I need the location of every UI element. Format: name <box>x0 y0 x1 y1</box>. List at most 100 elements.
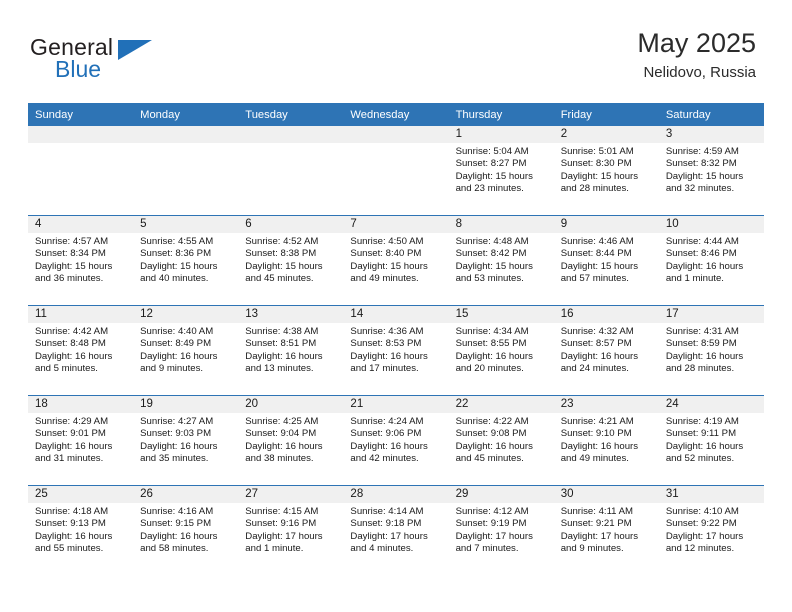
calendar-cell: 30 Sunrise: 4:11 AM Sunset: 9:21 PM Dayligh… <box>553 486 659 576</box>
day-cell-1[interactable]: 1 Sunrise: 5:04 AM Sunset: 8:27 PM Daylight… <box>448 126 554 215</box>
day-detail-line: Sunrise: 4:57 AM <box>35 236 109 247</box>
day-detail-line: Daylight: 15 hours <box>35 260 113 272</box>
day-details <box>28 143 133 146</box>
day-detail-line: Sunrise: 4:19 AM <box>665 416 739 427</box>
day-detail-line: and 12 minutes. <box>665 543 735 555</box>
calendar-week-row: 18 Sunrise: 4:29 AM Sunset: 9:01 PM Dayligh… <box>28 395 764 486</box>
day-cell-29[interactable]: 29 Sunrise: 4:12 AM Sunset: 9:19 PM Dayligh… <box>448 486 554 575</box>
day-detail-line: Sunrise: 4:32 AM <box>560 326 634 337</box>
day-detail-line: Sunrise: 4:11 AM <box>560 506 634 517</box>
day-cell-14[interactable]: 14 Sunrise: 4:36 AM Sunset: 8:53 PM Dayligh… <box>343 306 449 395</box>
day-cell-18[interactable]: 18 Sunrise: 4:29 AM Sunset: 9:01 PM Dayligh… <box>28 396 134 485</box>
day-detail-line: and 58 minutes. <box>140 543 209 555</box>
day-detail-line: and 52 minutes. <box>665 453 735 465</box>
day-detail-line: Sunset: 8:36 PM <box>140 248 212 260</box>
day-details: Sunrise: 4:10 AM Sunset: 9:22 PM Daylight:… <box>659 503 764 556</box>
day-detail-line: and 17 minutes. <box>350 363 419 375</box>
brand-logo[interactable]: General Blue <box>28 34 228 90</box>
day-detail-line: Sunset: 9:18 PM <box>350 518 422 530</box>
day-detail-line: and 24 minutes. <box>560 363 629 375</box>
day-details: Sunrise: 4:16 AM Sunset: 9:15 PM Daylight:… <box>133 503 238 556</box>
day-detail-line: Sunset: 9:22 PM <box>665 518 737 530</box>
day-detail-line: Sunset: 8:49 PM <box>140 338 212 350</box>
day-detail-line: and 7 minutes. <box>455 543 519 555</box>
day-cell-3[interactable]: 3 Sunrise: 4:59 AM Sunset: 8:32 PM Daylight… <box>658 126 764 215</box>
day-details: Sunrise: 4:22 AM Sunset: 9:08 PM Daylight:… <box>449 413 554 466</box>
day-cell-25[interactable]: 25 Sunrise: 4:18 AM Sunset: 9:13 PM Dayligh… <box>28 486 134 575</box>
day-cell-11[interactable]: 11 Sunrise: 4:42 AM Sunset: 8:48 PM Dayligh… <box>28 306 134 395</box>
day-cell-22[interactable]: 22 Sunrise: 4:22 AM Sunset: 9:08 PM Dayligh… <box>448 396 554 485</box>
day-cell-21[interactable]: 21 Sunrise: 4:24 AM Sunset: 9:06 PM Dayligh… <box>343 396 449 485</box>
day-details: Sunrise: 4:50 AM Sunset: 8:40 PM Daylight:… <box>343 233 448 286</box>
calendar-cell: 11 Sunrise: 4:42 AM Sunset: 8:48 PM Dayligh… <box>28 305 134 396</box>
weekday-header-tuesday: Tuesday <box>238 103 344 126</box>
calendar-cell <box>238 126 344 216</box>
day-cell-24[interactable]: 24 Sunrise: 4:19 AM Sunset: 9:11 PM Dayligh… <box>658 396 764 485</box>
day-cell-20[interactable]: 20 Sunrise: 4:25 AM Sunset: 9:04 PM Dayligh… <box>238 396 344 485</box>
day-detail-line: and 35 minutes. <box>140 453 209 465</box>
day-detail-line: Sunrise: 4:46 AM <box>560 236 634 247</box>
day-number <box>28 126 134 143</box>
day-detail-line: Sunrise: 4:48 AM <box>455 236 529 247</box>
day-detail-line: Sunrise: 4:21 AM <box>560 416 634 427</box>
calendar-table: Sunday Monday Tuesday Wednesday Thursday Frid… <box>28 103 764 575</box>
day-detail-line: Sunset: 8:44 PM <box>560 248 632 260</box>
day-cell-6[interactable]: 6 Sunrise: 4:52 AM Sunset: 8:38 PM Daylight… <box>238 216 344 305</box>
day-cell-empty <box>28 126 134 215</box>
day-cell-12[interactable]: 12 Sunrise: 4:40 AM Sunset: 8:49 PM Dayligh… <box>133 306 239 395</box>
calendar-cell: 29 Sunrise: 4:12 AM Sunset: 9:19 PM Dayligh… <box>448 486 554 576</box>
calendar-cell: 19 Sunrise: 4:27 AM Sunset: 9:03 PM Dayligh… <box>133 395 239 486</box>
calendar-cell: 12 Sunrise: 4:40 AM Sunset: 8:49 PM Dayligh… <box>133 305 239 396</box>
day-cell-19[interactable]: 19 Sunrise: 4:27 AM Sunset: 9:03 PM Dayligh… <box>133 396 239 485</box>
day-number: 27 <box>238 486 344 503</box>
day-cell-4[interactable]: 4 Sunrise: 4:57 AM Sunset: 8:34 PM Daylight… <box>28 216 134 305</box>
day-cell-13[interactable]: 13 Sunrise: 4:38 AM Sunset: 8:51 PM Dayligh… <box>238 306 344 395</box>
weekday-header-saturday: Saturday <box>658 103 764 126</box>
day-detail-line: Sunset: 8:42 PM <box>455 248 527 260</box>
day-cell-15[interactable]: 15 Sunrise: 4:34 AM Sunset: 8:55 PM Dayligh… <box>448 306 554 395</box>
day-detail-line: and 38 minutes. <box>245 453 314 465</box>
day-cell-28[interactable]: 28 Sunrise: 4:14 AM Sunset: 9:18 PM Dayligh… <box>343 486 449 575</box>
day-detail-line: and 55 minutes. <box>35 543 104 555</box>
day-detail-line: Daylight: 16 hours <box>350 350 428 362</box>
day-cell-8[interactable]: 8 Sunrise: 4:48 AM Sunset: 8:42 PM Daylight… <box>448 216 554 305</box>
page-location: Nelidovo, Russia <box>643 64 756 81</box>
day-detail-line: Daylight: 16 hours <box>560 440 639 452</box>
calendar-cell: 6 Sunrise: 4:52 AM Sunset: 8:38 PM Daylight… <box>238 215 344 306</box>
calendar-page: General Blue May 2025 Nelidovo, Russia S… <box>0 0 792 612</box>
day-number: 16 <box>553 306 659 323</box>
day-detail-line: and 28 minutes. <box>665 363 735 375</box>
day-details: Sunrise: 4:18 AM Sunset: 9:13 PM Daylight:… <box>28 503 133 556</box>
day-detail-line: Sunset: 9:04 PM <box>245 428 317 440</box>
day-cell-23[interactable]: 23 Sunrise: 4:21 AM Sunset: 9:10 PM Dayligh… <box>553 396 659 485</box>
day-details: Sunrise: 4:32 AM Sunset: 8:57 PM Daylight:… <box>554 323 659 376</box>
day-detail-line: Daylight: 15 hours <box>560 260 639 272</box>
day-details: Sunrise: 4:40 AM Sunset: 8:49 PM Daylight:… <box>133 323 238 376</box>
day-detail-line: Daylight: 15 hours <box>140 260 218 272</box>
day-cell-10[interactable]: 10 Sunrise: 4:44 AM Sunset: 8:46 PM Dayligh… <box>658 216 764 305</box>
day-detail-line: Sunrise: 4:38 AM <box>245 326 319 337</box>
day-detail-line: and 4 minutes. <box>350 543 414 555</box>
day-cell-27[interactable]: 27 Sunrise: 4:15 AM Sunset: 9:16 PM Dayligh… <box>238 486 344 575</box>
weekday-header-wednesday: Wednesday <box>343 103 449 126</box>
day-cell-7[interactable]: 7 Sunrise: 4:50 AM Sunset: 8:40 PM Daylight… <box>343 216 449 305</box>
day-cell-31[interactable]: 31 Sunrise: 4:10 AM Sunset: 9:22 PM Dayligh… <box>658 486 764 575</box>
day-cell-2[interactable]: 2 Sunrise: 5:01 AM Sunset: 8:30 PM Daylight… <box>553 126 659 215</box>
day-cell-26[interactable]: 26 Sunrise: 4:16 AM Sunset: 9:15 PM Dayligh… <box>133 486 239 575</box>
day-detail-line: Sunrise: 4:14 AM <box>350 506 424 517</box>
day-cell-9[interactable]: 9 Sunrise: 4:46 AM Sunset: 8:44 PM Daylight… <box>553 216 659 305</box>
calendar-cell: 5 Sunrise: 4:55 AM Sunset: 8:36 PM Daylight… <box>133 215 239 306</box>
day-cell-empty <box>343 126 449 215</box>
day-number: 17 <box>658 306 764 323</box>
calendar-cell: 23 Sunrise: 4:21 AM Sunset: 9:10 PM Dayligh… <box>553 395 659 486</box>
day-cell-30[interactable]: 30 Sunrise: 4:11 AM Sunset: 9:21 PM Dayligh… <box>553 486 659 575</box>
day-detail-line: Sunset: 8:51 PM <box>245 338 317 350</box>
day-cell-17[interactable]: 17 Sunrise: 4:31 AM Sunset: 8:59 PM Dayligh… <box>658 306 764 395</box>
calendar-cell: 28 Sunrise: 4:14 AM Sunset: 9:18 PM Dayligh… <box>343 486 449 576</box>
calendar-grid: Sunday Monday Tuesday Wednesday Thursday Frid… <box>28 103 764 575</box>
calendar-cell: 18 Sunrise: 4:29 AM Sunset: 9:01 PM Dayligh… <box>28 395 134 486</box>
day-detail-line: Sunrise: 4:25 AM <box>245 416 319 427</box>
day-cell-5[interactable]: 5 Sunrise: 4:55 AM Sunset: 8:36 PM Daylight… <box>133 216 239 305</box>
day-cell-16[interactable]: 16 Sunrise: 4:32 AM Sunset: 8:57 PM Dayligh… <box>553 306 659 395</box>
calendar-cell: 4 Sunrise: 4:57 AM Sunset: 8:34 PM Daylight… <box>28 215 134 306</box>
